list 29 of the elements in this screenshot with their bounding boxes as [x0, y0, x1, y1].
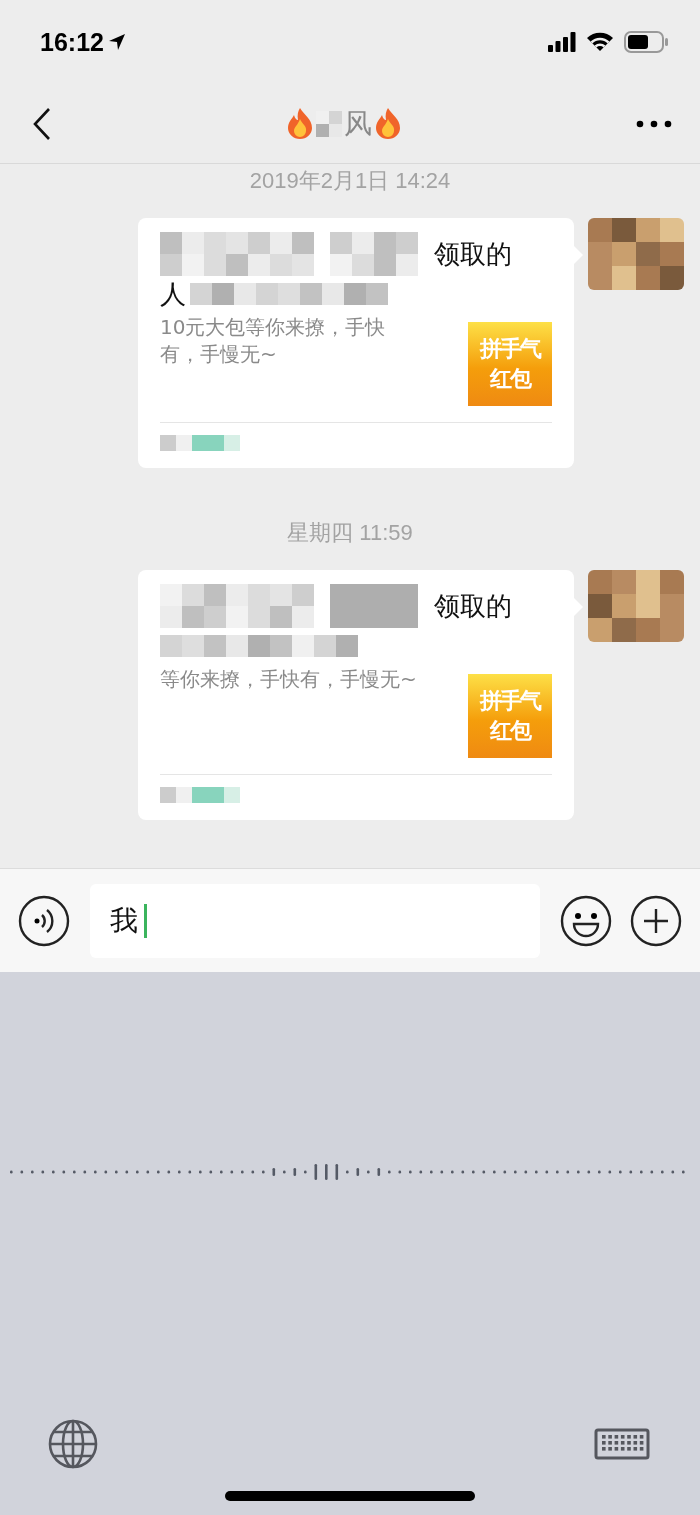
- card-description: 等你来撩，手快有，手慢无~: [160, 666, 418, 693]
- signal-icon: [548, 32, 576, 52]
- card-title: 领取的: [434, 589, 512, 623]
- thumbnail-text: 红包: [490, 717, 530, 745]
- input-field[interactable]: 我: [90, 883, 540, 958]
- timestamp: 星期四 11:59: [287, 519, 413, 547]
- battery-icon: [624, 31, 668, 53]
- keyboard-icon[interactable]: [594, 1428, 650, 1460]
- card-title: 领取的: [434, 237, 512, 271]
- mosaic-block: [316, 110, 342, 137]
- card-description: 10元大包等你来撩，手快有，手慢无~: [160, 314, 387, 368]
- chat-title: 风: [344, 105, 372, 142]
- thumbnail-text: 红包: [490, 365, 530, 393]
- thumbnail-text: 拼手气: [480, 687, 540, 715]
- location-arrow-icon: [107, 33, 126, 51]
- voice-icon[interactable]: [18, 894, 70, 947]
- back-icon[interactable]: [32, 106, 52, 141]
- clock-time: 16:12: [40, 27, 104, 57]
- text-cursor: [144, 903, 147, 938]
- wifi-icon: [586, 32, 614, 52]
- globe-icon[interactable]: [47, 1418, 99, 1470]
- emoji-icon[interactable]: [560, 894, 612, 947]
- fire-icon: [286, 106, 314, 141]
- more-icon[interactable]: [636, 119, 672, 128]
- card-title: 人: [160, 277, 186, 311]
- timestamp: 2019年2月1日 14:24: [249, 167, 451, 195]
- add-icon[interactable]: [630, 894, 682, 947]
- fire-icon: [374, 106, 402, 141]
- thumbnail-text: 拼手气: [480, 335, 540, 363]
